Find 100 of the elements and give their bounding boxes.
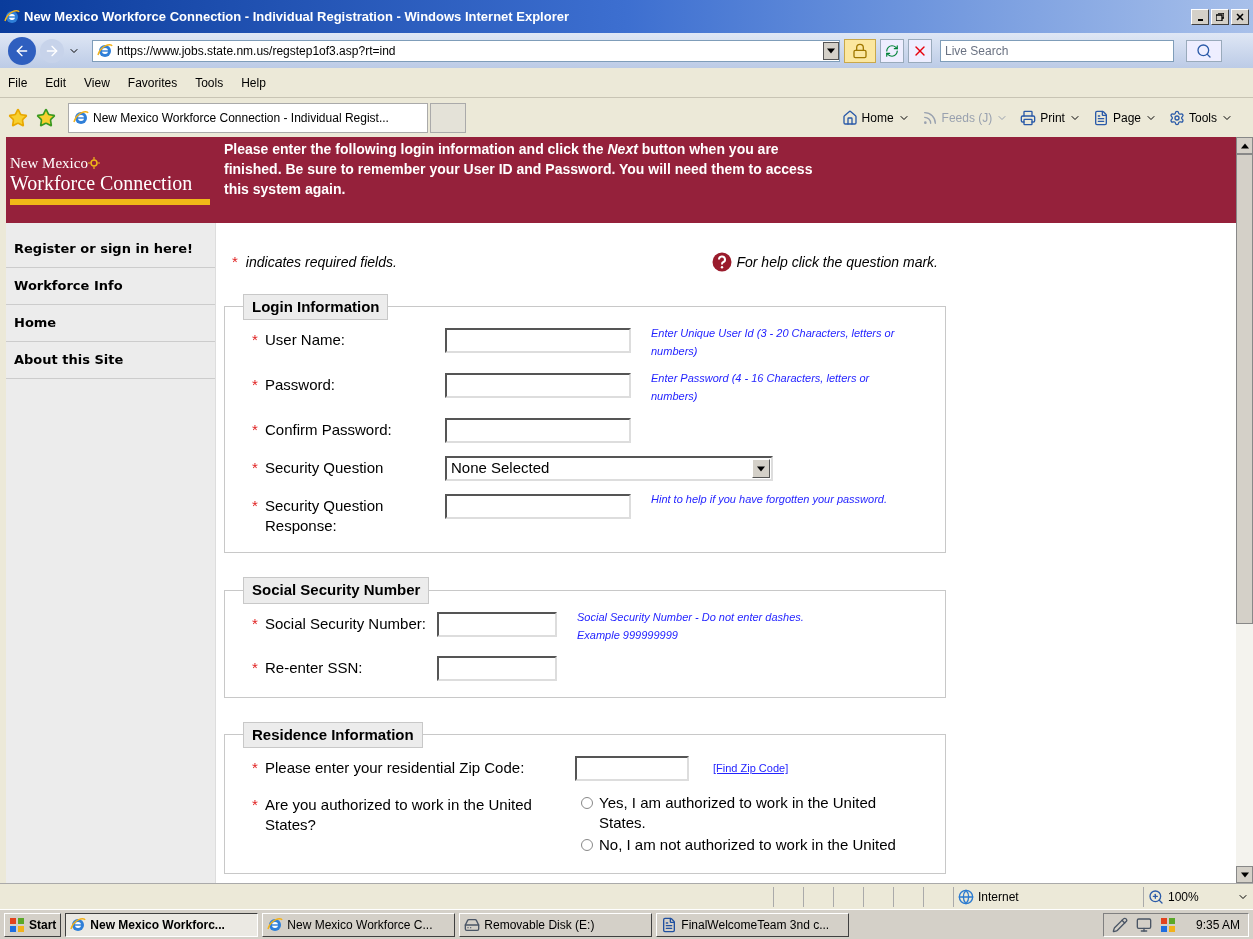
scroll-up-button[interactable] <box>1236 137 1253 154</box>
refresh-icon <box>885 43 899 58</box>
section-title: Residence Information <box>243 721 423 748</box>
address-dropdown-button[interactable] <box>823 41 839 60</box>
browser-logo-icon <box>73 109 89 126</box>
add-favorite-icon[interactable] <box>36 107 56 128</box>
scroll-down-button[interactable] <box>1236 866 1253 883</box>
stop-button[interactable] <box>908 38 932 63</box>
required-mark: * <box>251 496 259 516</box>
site-logo: New Mexico Workforce Connection <box>6 137 224 223</box>
taskbar-button[interactable]: FinalWelcomeTeam 3nd c... <box>656 912 850 937</box>
required-mark: * <box>251 330 259 350</box>
sidebar-item[interactable]: Home <box>6 305 215 342</box>
menu-item[interactable]: Favorites <box>127 73 178 92</box>
field-label: Are you authorized to work in the United States? <box>265 795 533 835</box>
taskbar-button[interactable]: New Mexico Workforce C... <box>262 912 456 937</box>
field-label: Password: <box>265 375 337 395</box>
refresh-button[interactable] <box>880 38 904 63</box>
menu-item[interactable]: Tools <box>195 73 224 92</box>
page-icon <box>1092 109 1109 126</box>
dropdown-button[interactable] <box>752 459 770 478</box>
address-field[interactable]: https://www.jobs.state.nm.us/regstep1of3.asp?rt=ind <box>92 39 840 62</box>
taskbar-button[interactable]: Removable Disk (E:) <box>459 912 653 937</box>
favorites-star-icon[interactable] <box>8 107 28 128</box>
zoom-icon <box>1148 888 1164 905</box>
windows-flag-icon <box>9 916 25 933</box>
down-arrow-icon <box>1240 871 1249 878</box>
dropdown-arrow-icon <box>757 465 765 472</box>
section-title: Social Security Number <box>243 577 430 604</box>
field-label: User Name: <box>265 330 347 350</box>
required-mark: * <box>251 758 259 778</box>
banner-message: Please enter the following login information and click the Next button when you are finished. Be sure to remember your User ID and Password. You will need them to access this system again. <box>224 140 814 199</box>
required-mark: * <box>232 252 238 272</box>
search-icon <box>1196 42 1212 59</box>
required-note: indicates required fields. <box>245 252 397 272</box>
browser-logo-icon <box>267 916 284 933</box>
start-button[interactable]: Start <box>4 912 62 937</box>
command-button[interactable]: Page <box>1092 108 1157 127</box>
sidebar-item[interactable]: Register or sign in here! <box>6 231 215 268</box>
lock-button[interactable] <box>844 38 876 63</box>
document-icon <box>661 916 678 933</box>
field-hint: Hint to help if you have forgotten your password. <box>651 492 889 507</box>
required-mark: * <box>251 613 259 634</box>
menu-item[interactable]: Edit <box>45 73 67 92</box>
minimize-button[interactable] <box>1191 8 1209 25</box>
input-field[interactable] <box>445 494 631 519</box>
field-label: Security Question Response: <box>265 496 385 536</box>
field-label: Security Question <box>265 458 385 478</box>
browser-logo-icon <box>97 42 113 59</box>
settings-icon <box>1169 109 1185 126</box>
close-button[interactable] <box>1231 8 1249 25</box>
radio-button[interactable] <box>581 839 593 851</box>
browser-tab[interactable]: New Mexico Workforce Connection - Individual Regist... <box>68 102 428 133</box>
sidebar-item[interactable]: Workforce Info <box>6 268 215 305</box>
input-field[interactable] <box>437 655 557 681</box>
menu-item[interactable]: File <box>8 73 28 92</box>
security-zone: Internet <box>953 886 1143 907</box>
field-label: Please enter your residential Zip Code: <box>265 758 526 778</box>
input-field[interactable] <box>575 756 689 781</box>
zoom-control[interactable]: 100% <box>1143 886 1253 907</box>
minimize-icon <box>1197 18 1203 21</box>
menu-item[interactable]: View <box>84 73 110 92</box>
field-label: Re-enter SSN: <box>265 657 364 678</box>
up-arrow-icon <box>1240 142 1249 149</box>
input-field[interactable] <box>445 328 631 353</box>
display-icon[interactable] <box>1135 916 1152 933</box>
menu-item[interactable]: Help <box>241 73 266 92</box>
field-hint: Enter Password (4 - 16 Characters, letters or numbers) <box>651 371 871 404</box>
security-question-dropdown[interactable]: None Selected <box>445 456 773 481</box>
section-title: Login Information <box>243 293 389 320</box>
required-mark: * <box>251 420 259 440</box>
search-button[interactable] <box>1186 39 1222 62</box>
sidebar-item[interactable]: About this Site <box>6 342 215 379</box>
find-zip-code-link[interactable]: [Find Zip Code] <box>713 760 789 777</box>
globe-icon <box>958 888 974 905</box>
window-title: New Mexico Workforce Connection - Individual Registration - Windows Internet Explorer <box>24 7 569 26</box>
lock-icon <box>852 42 868 59</box>
required-mark: * <box>251 795 259 815</box>
radio-option[interactable]: Yes, I am authorized to work in the United States. <box>575 793 920 833</box>
input-field[interactable] <box>437 611 557 637</box>
help-icon[interactable] <box>712 252 733 273</box>
maximize-button[interactable] <box>1211 8 1229 25</box>
browser-logo-icon <box>4 8 20 25</box>
home-icon <box>841 109 858 126</box>
radio-button[interactable] <box>581 797 593 809</box>
field-label: Confirm Password: <box>265 420 393 440</box>
search-field[interactable]: Live Search <box>940 39 1174 62</box>
dropdown-arrow-icon <box>827 47 835 54</box>
taskbar-button[interactable]: New Mexico Workforc... <box>65 912 259 937</box>
command-button[interactable]: Home <box>841 108 910 127</box>
input-field[interactable] <box>445 373 631 398</box>
sun-symbol-icon <box>87 157 100 169</box>
command-button[interactable]: Print <box>1020 108 1081 127</box>
windows-flag-icon[interactable] <box>1159 916 1176 933</box>
pen-icon[interactable] <box>1111 916 1128 933</box>
help-note: For help click the question mark. <box>736 252 938 272</box>
command-button[interactable]: Tools <box>1169 108 1233 127</box>
input-field[interactable] <box>445 418 631 443</box>
radio-option[interactable]: No, I am not authorized to work in the United <box>575 835 920 855</box>
back-button[interactable] <box>8 36 36 65</box>
